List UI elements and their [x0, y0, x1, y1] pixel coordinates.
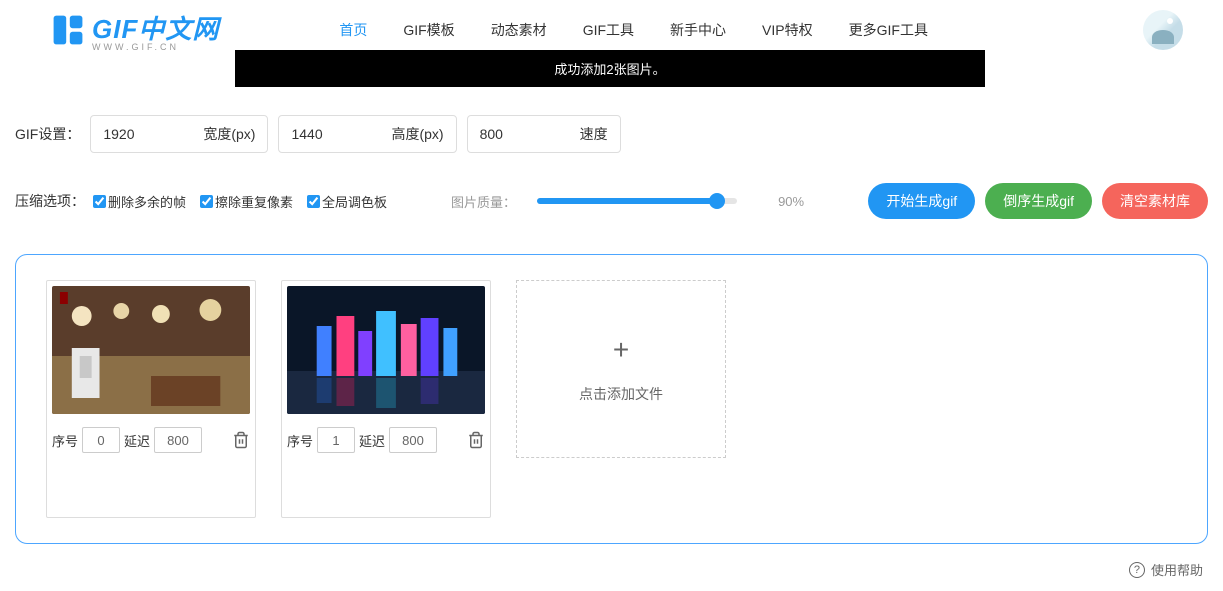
add-file-card[interactable]: + 点击添加文件 — [516, 280, 726, 458]
slider-thumb[interactable] — [709, 193, 725, 209]
quality-slider[interactable] — [537, 198, 737, 204]
trash-icon[interactable] — [467, 431, 485, 449]
settings-label: GIF设置： — [15, 124, 80, 144]
avatar[interactable] — [1143, 10, 1183, 50]
delay-label-1: 延迟 — [359, 431, 385, 450]
help-link[interactable]: ? 使用帮助 — [1129, 560, 1203, 579]
height-input[interactable] — [291, 126, 371, 142]
delay-input-1[interactable] — [389, 427, 437, 453]
thumb-image-0 — [52, 286, 250, 414]
nav-home[interactable]: 首页 — [339, 20, 367, 40]
thumb-image-1 — [287, 286, 485, 414]
width-input[interactable] — [103, 126, 183, 142]
delay-input-0[interactable] — [154, 427, 202, 453]
nav-tools[interactable]: GIF工具 — [583, 20, 634, 40]
thumb-card-0: 序号 延迟 — [46, 280, 256, 518]
seq-input-0[interactable] — [82, 427, 120, 453]
trash-icon[interactable] — [232, 431, 250, 449]
gif-settings-row: GIF设置： 宽度(px) 高度(px) 速度 — [0, 100, 1223, 153]
quality-label: 图片质量： — [451, 192, 516, 211]
checkbox-global-palette[interactable] — [307, 195, 320, 208]
action-buttons: 开始生成gif 倒序生成gif 清空素材库 — [868, 183, 1208, 219]
logo-title: GIF中文网 — [92, 14, 219, 44]
start-generate-button[interactable]: 开始生成gif — [868, 183, 975, 219]
thumb-controls-1: 序号 延迟 — [287, 427, 485, 453]
opt-erase-dup[interactable]: 擦除重复像素 — [200, 192, 293, 211]
reverse-generate-button[interactable]: 倒序生成gif — [985, 183, 1092, 219]
nav-more[interactable]: 更多GIF工具 — [849, 20, 928, 40]
plus-icon: + — [613, 334, 629, 366]
nav-newbie[interactable]: 新手中心 — [670, 20, 726, 40]
nav: 首页 GIF模板 动态素材 GIF工具 新手中心 VIP特权 更多GIF工具 — [339, 20, 928, 40]
opt-remove-frames[interactable]: 删除多余的帧 — [93, 192, 186, 211]
compress-options-row: 压缩选项： 删除多余的帧 擦除重复像素 全局调色板 图片质量： 90% 开始生成… — [0, 153, 1223, 234]
checkbox-erase-dup[interactable] — [200, 195, 213, 208]
speed-input-group: 速度 — [467, 115, 621, 153]
quality-value: 90% — [778, 194, 804, 209]
nav-templates[interactable]: GIF模板 — [403, 20, 454, 40]
seq-label-1: 序号 — [287, 431, 313, 450]
width-suffix: 宽度(px) — [203, 124, 255, 144]
nav-vip[interactable]: VIP特权 — [762, 20, 813, 40]
logo[interactable]: GIF中文网 WWW.GIF.CN — [50, 9, 219, 52]
opt-global-palette[interactable]: 全局调色板 — [307, 192, 387, 211]
height-input-group: 高度(px) — [278, 115, 456, 153]
nav-materials[interactable]: 动态素材 — [491, 20, 547, 40]
clear-library-button[interactable]: 清空素材库 — [1102, 183, 1208, 219]
seq-label-0: 序号 — [52, 431, 78, 450]
thumb-card-1: 序号 延迟 — [281, 280, 491, 518]
compress-label: 压缩选项： — [15, 191, 85, 211]
help-icon: ? — [1129, 562, 1145, 578]
slider-fill — [537, 198, 717, 204]
checkbox-remove-frames[interactable] — [93, 195, 106, 208]
logo-icon — [50, 12, 86, 48]
height-suffix: 高度(px) — [391, 124, 443, 144]
delay-label-0: 延迟 — [124, 431, 150, 450]
width-input-group: 宽度(px) — [90, 115, 268, 153]
help-text: 使用帮助 — [1151, 560, 1203, 579]
toast-notification: 成功添加2张图片。 — [235, 50, 985, 87]
add-file-text: 点击添加文件 — [579, 384, 663, 404]
upload-area: 序号 延迟 序号 延迟 — [15, 254, 1208, 544]
speed-input[interactable] — [480, 126, 560, 142]
speed-suffix: 速度 — [580, 124, 608, 144]
seq-input-1[interactable] — [317, 427, 355, 453]
thumb-controls-0: 序号 延迟 — [52, 427, 250, 453]
